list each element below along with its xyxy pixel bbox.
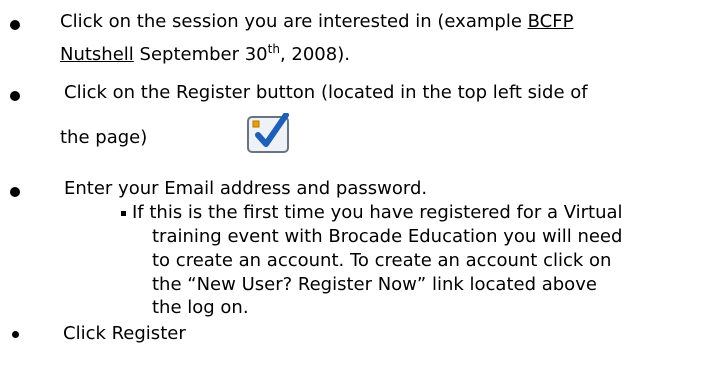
sub-item-text-4: the “New User? Register Now” link locate… <box>152 274 597 295</box>
sub-item-text-2: training event with Brocade Education yo… <box>152 226 623 247</box>
sub-item-text-1: If this is the first time you have regis… <box>132 202 623 223</box>
sub-item-line-5: the log on. <box>152 297 249 319</box>
bullet-2 <box>10 91 20 101</box>
item-3-line-1: Enter your Email address and password. <box>64 178 427 200</box>
item-1-text-c: , 2008). <box>279 44 350 65</box>
item-1-text-a: Click on the session you are interested … <box>60 11 528 32</box>
sub-item-line-4: the “New User? Register Now” link locate… <box>152 274 597 296</box>
item-4-text: Click Register <box>63 323 186 344</box>
session-link-bcfp-part2[interactable]: Nutshell <box>60 44 134 65</box>
item-3-text: Enter your Email address and password. <box>64 178 428 199</box>
item-2-text-a: Click on the Register button (located in… <box>64 82 588 103</box>
sub-item-text-5: the log on. <box>152 297 249 318</box>
item-2-line-2: the page) <box>60 127 147 149</box>
register-checkbox-icon <box>247 113 289 153</box>
bullet-4 <box>12 331 19 338</box>
item-1-line-1: Click on the session you are interested … <box>60 11 573 33</box>
sub-item-line-1: If this is the first time you have regis… <box>132 202 623 224</box>
item-1-superscript: th <box>267 42 280 56</box>
item-1-text-b: September 30 <box>133 44 268 65</box>
sub-item-line-3: to create an account. To create an accou… <box>152 250 611 272</box>
item-1-line-2: Nutshell September 30th, 2008). <box>60 42 350 66</box>
bullet-1 <box>10 20 20 30</box>
bullet-3 <box>10 187 20 197</box>
sub-item-line-2: training event with Brocade Education yo… <box>152 226 622 248</box>
document-body: Click on the session you are interested … <box>0 0 722 381</box>
item-4-line-1: Click Register <box>63 323 186 345</box>
sub-item-text-3: to create an account. To create an accou… <box>152 250 612 271</box>
item-2-line-1: Click on the Register button (located in… <box>64 82 588 104</box>
sub-bullet-square <box>121 211 126 216</box>
session-link-bcfp-part1[interactable]: BCFP <box>528 11 574 32</box>
item-2-text-b: the page) <box>60 127 148 148</box>
